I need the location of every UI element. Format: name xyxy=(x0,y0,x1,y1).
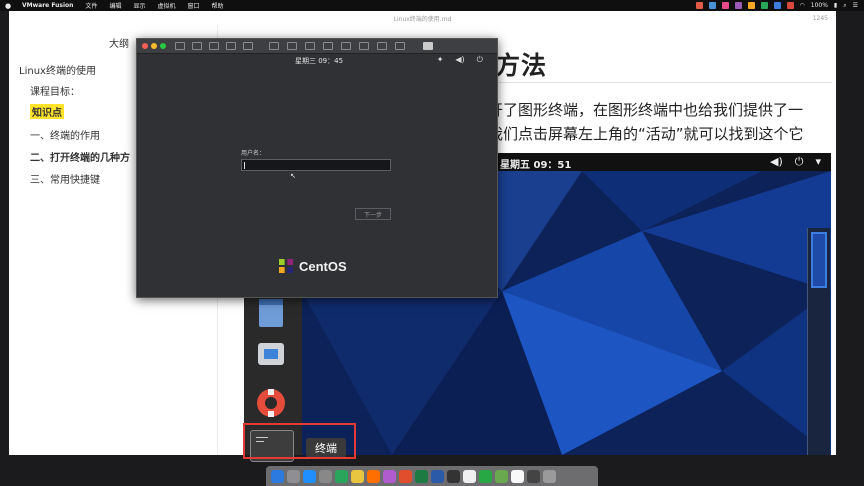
launchpad-icon[interactable] xyxy=(287,469,300,483)
chevron-down-icon[interactable]: ▾ xyxy=(815,155,821,169)
settings-icon[interactable] xyxy=(226,42,236,50)
mouse-cursor-icon: ↖ xyxy=(290,172,296,180)
centos-logo: CentOS xyxy=(277,257,347,275)
document-filename: Linux终端的使用.md xyxy=(393,15,452,23)
status-area: ◠ 100% ▮ ⌕ ☰ xyxy=(695,2,864,10)
highlight-rectangle xyxy=(243,423,356,459)
software-center-icon[interactable] xyxy=(258,343,284,365)
heading-divider xyxy=(487,82,832,83)
menu-view[interactable]: 显示 xyxy=(127,1,151,10)
disk-icon[interactable] xyxy=(323,42,333,50)
excel-icon[interactable] xyxy=(415,469,428,483)
typora-icon[interactable] xyxy=(463,469,476,483)
status-app-icon-3[interactable] xyxy=(747,2,755,9)
sound-icon[interactable] xyxy=(377,42,387,50)
safari-icon[interactable] xyxy=(303,469,316,483)
status-app-icon-5[interactable] xyxy=(721,2,729,9)
toc-item-shortcuts[interactable]: 三、常用快捷键 xyxy=(30,171,100,186)
gnome-clock[interactable]: 星期五 09：51 xyxy=(500,156,571,171)
volume-icon[interactable]: ◀) xyxy=(770,155,783,169)
firefox-icon[interactable] xyxy=(367,469,380,483)
fullscreen-icon[interactable] xyxy=(395,42,405,50)
files-icon[interactable] xyxy=(259,299,283,327)
workspace-thumbnail[interactable] xyxy=(811,232,827,288)
status-app-icon-4[interactable] xyxy=(734,2,742,9)
vm-tab[interactable] xyxy=(423,42,433,50)
share-icon[interactable] xyxy=(287,42,297,50)
next-button[interactable]: 下一步 xyxy=(355,208,391,220)
section-heading: 方法 xyxy=(495,51,548,80)
wifi-icon[interactable]: ◠ xyxy=(800,2,805,9)
status-app-icon-6[interactable] xyxy=(708,2,716,9)
paragraph-line-2: 我们点击屏幕左上角的“活动”就可以找到这个它 xyxy=(488,125,804,143)
centos-icon xyxy=(279,257,293,275)
wechat-icon[interactable] xyxy=(335,469,348,483)
text-caret xyxy=(244,162,245,169)
editor-titlebar: Linux终端的使用.md 1245 xyxy=(9,11,836,25)
power-icon[interactable]: ⏻ xyxy=(795,155,804,169)
pycharm-icon[interactable] xyxy=(479,469,492,483)
centos-wordmark: CentOS xyxy=(299,258,347,274)
help-icon[interactable] xyxy=(257,389,285,417)
search-icon[interactable]: ⌕ xyxy=(843,2,846,10)
toc-item-terminal-role[interactable]: 一、终端的作用 xyxy=(30,127,100,142)
camera-icon[interactable] xyxy=(341,42,351,50)
status-app-icon-0[interactable] xyxy=(786,2,794,9)
terminal-app-icon[interactable] xyxy=(447,469,460,483)
vmware-window[interactable]: 星期三 09：45 ✦ ◀) ⏻ 用户名： ↖ 下一步 CentOS xyxy=(136,38,498,298)
vmware-icon[interactable] xyxy=(527,469,540,483)
menu-help[interactable]: 帮助 xyxy=(206,1,230,10)
menu-vm[interactable]: 虚拟机 xyxy=(151,1,181,10)
battery-percent: 100% xyxy=(810,2,828,9)
apple-icon[interactable]: ● xyxy=(0,2,16,10)
word-icon[interactable] xyxy=(431,469,444,483)
wrench-icon[interactable] xyxy=(243,42,253,50)
battery-icon[interactable]: ▮ xyxy=(834,2,837,9)
system-preferences-icon[interactable] xyxy=(319,469,332,483)
mac-menubar: ● VMware Fusion 文件 编辑 显示 虚拟机 窗口 帮助 ◠ 100… xyxy=(0,0,864,11)
zoom-button[interactable] xyxy=(160,43,166,49)
powerpoint-icon[interactable] xyxy=(399,469,412,483)
outline-title: 大纲 xyxy=(109,39,129,50)
minimize-button[interactable] xyxy=(151,43,157,49)
status-app-icon-2[interactable] xyxy=(760,2,768,9)
finder-icon[interactable] xyxy=(271,469,284,483)
menu-app-name[interactable]: VMware Fusion xyxy=(16,2,79,9)
workspace-switcher[interactable] xyxy=(807,228,830,455)
usb-icon[interactable] xyxy=(359,42,369,50)
word-count: 1245 xyxy=(812,14,828,22)
play-icon[interactable] xyxy=(192,42,202,50)
vm-power-icon[interactable]: ⏻ xyxy=(477,55,483,65)
menu-bars-icon[interactable]: ☰ xyxy=(853,2,858,9)
menu-file[interactable]: 文件 xyxy=(79,1,103,10)
username-label: 用户名： xyxy=(241,150,266,157)
username-input[interactable] xyxy=(241,159,391,171)
paragraph-line-1: 开了图形终端，在图形终端中也给我们提供了一 xyxy=(488,101,804,119)
library-icon[interactable] xyxy=(175,42,185,50)
trash-icon[interactable] xyxy=(543,469,556,483)
vm-clock[interactable]: 星期三 09：45 xyxy=(295,56,343,66)
toc-item-open-terminal[interactable]: 二、打开终端的几种方 xyxy=(30,149,130,164)
menu-window[interactable]: 窗口 xyxy=(181,1,205,10)
status-app-icon-7[interactable] xyxy=(695,2,703,9)
close-button[interactable] xyxy=(142,43,148,49)
document-icon[interactable] xyxy=(511,469,524,483)
mac-dock xyxy=(266,466,598,486)
app-icon[interactable] xyxy=(383,469,396,483)
app-icon-2[interactable] xyxy=(495,469,508,483)
printer-icon[interactable] xyxy=(305,42,315,50)
menu-edit[interactable]: 编辑 xyxy=(103,1,127,10)
accessibility-icon[interactable]: ✦ xyxy=(437,55,444,65)
toc-item-knowledge[interactable]: 知识点 xyxy=(30,104,64,119)
vm-toolbar xyxy=(137,39,497,54)
chrome-icon[interactable] xyxy=(351,469,364,483)
toc-item-goals[interactable]: 课程目标： xyxy=(30,83,80,98)
snapshot-icon[interactable] xyxy=(209,42,219,50)
network-icon[interactable] xyxy=(269,42,279,50)
toc-item-title[interactable]: Linux终端的使用 xyxy=(19,62,96,77)
vm-volume-icon[interactable]: ◀) xyxy=(455,55,464,65)
status-app-icon-1[interactable] xyxy=(773,2,781,9)
